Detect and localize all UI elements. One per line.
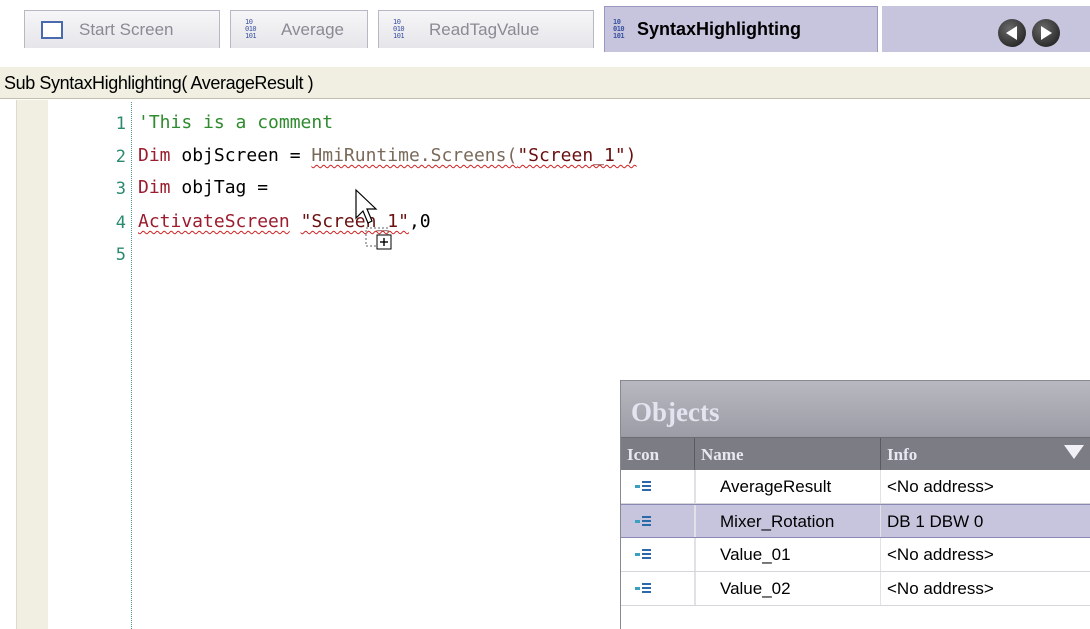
objects-title: Objects (621, 381, 1090, 437)
code-identifier: objTag = (170, 177, 269, 198)
column-header-info[interactable]: Info (881, 438, 1090, 470)
column-header-icon[interactable]: Icon (621, 438, 695, 470)
dropdown-arrow-icon[interactable] (1064, 445, 1084, 459)
objects-header: Icon Name Info (621, 437, 1090, 470)
object-name: Mixer_Rotation (695, 505, 881, 537)
line-number: 3 (115, 179, 126, 199)
tab-average[interactable]: 10 010 101 Average (230, 10, 368, 48)
tab-start-screen[interactable]: Start Screen (24, 10, 220, 48)
object-name: Value_01 (695, 538, 881, 571)
code-line-3[interactable]: Dim objTag = (138, 177, 268, 198)
object-name: Value_02 (695, 572, 881, 605)
tab-navigation (882, 6, 1090, 52)
object-row[interactable]: AverageResult <No address> (621, 470, 1090, 504)
object-row[interactable]: Value_02 <No address> (621, 572, 1090, 606)
code-args: ,0 (408, 211, 431, 232)
procedure-signature: Sub SyntaxHighlighting( AverageResult ) (0, 67, 1090, 99)
object-name: AverageResult (695, 470, 881, 503)
editor-margin (16, 100, 48, 629)
script-icon: 10 010 101 (245, 18, 257, 40)
code-identifier: objScreen = (170, 145, 312, 166)
code-comment: 'This is a comment (138, 112, 334, 133)
arrow-left-icon[interactable] (998, 19, 1026, 47)
object-info: <No address> (881, 572, 1090, 605)
script-icon: 10 010 101 (613, 18, 625, 40)
object-info: <No address> (881, 538, 1090, 571)
arrow-right-icon[interactable] (1032, 19, 1060, 47)
line-number: 2 (115, 147, 126, 167)
code-keyword: Dim (138, 177, 171, 198)
object-info: <No address> (881, 470, 1090, 503)
tag-icon (635, 481, 651, 492)
tag-icon (635, 549, 651, 560)
line-number: 1 (115, 114, 126, 134)
tab-label: ReadTagValue (429, 19, 540, 39)
code-function: ActivateScreen (138, 211, 290, 232)
line-number: 5 (115, 245, 126, 265)
code-line-2[interactable]: Dim objScreen = HmiRuntime.Screens("Scre… (138, 145, 637, 166)
object-row[interactable]: Value_01 <No address> (621, 538, 1090, 572)
tab-label: Start Screen (79, 19, 174, 39)
gutter-divider (131, 102, 132, 629)
tab-label: Average (281, 19, 345, 39)
tag-icon (635, 583, 651, 594)
drag-cursor-icon (355, 188, 392, 250)
code-string: "Screen_1") (517, 145, 637, 166)
code-line-1[interactable]: 'This is a comment (138, 112, 333, 133)
object-row[interactable]: Mixer_Rotation DB 1 DBW 0 (621, 504, 1090, 538)
objects-popup[interactable]: Objects Icon Name Info AverageResult <No… (620, 380, 1090, 629)
screen-icon (41, 20, 63, 39)
code-object: HmiRuntime.Screens( (311, 145, 518, 166)
tab-strip: Start Screen 10 010 101 Average 10 010 101 R… (0, 0, 1090, 55)
tab-readtagvalue[interactable]: 10 010 101 ReadTagValue (378, 10, 594, 48)
tab-label: SyntaxHighlighting (637, 19, 801, 39)
tag-icon (635, 516, 651, 527)
line-number: 4 (115, 213, 126, 233)
script-icon: 10 010 101 (393, 18, 405, 40)
tab-syntaxhighlighting[interactable]: 10 010 101 SyntaxHighlighting (604, 6, 878, 52)
code-keyword: Dim (138, 145, 171, 166)
object-info: DB 1 DBW 0 (881, 505, 1090, 537)
column-header-name[interactable]: Name (695, 438, 881, 470)
